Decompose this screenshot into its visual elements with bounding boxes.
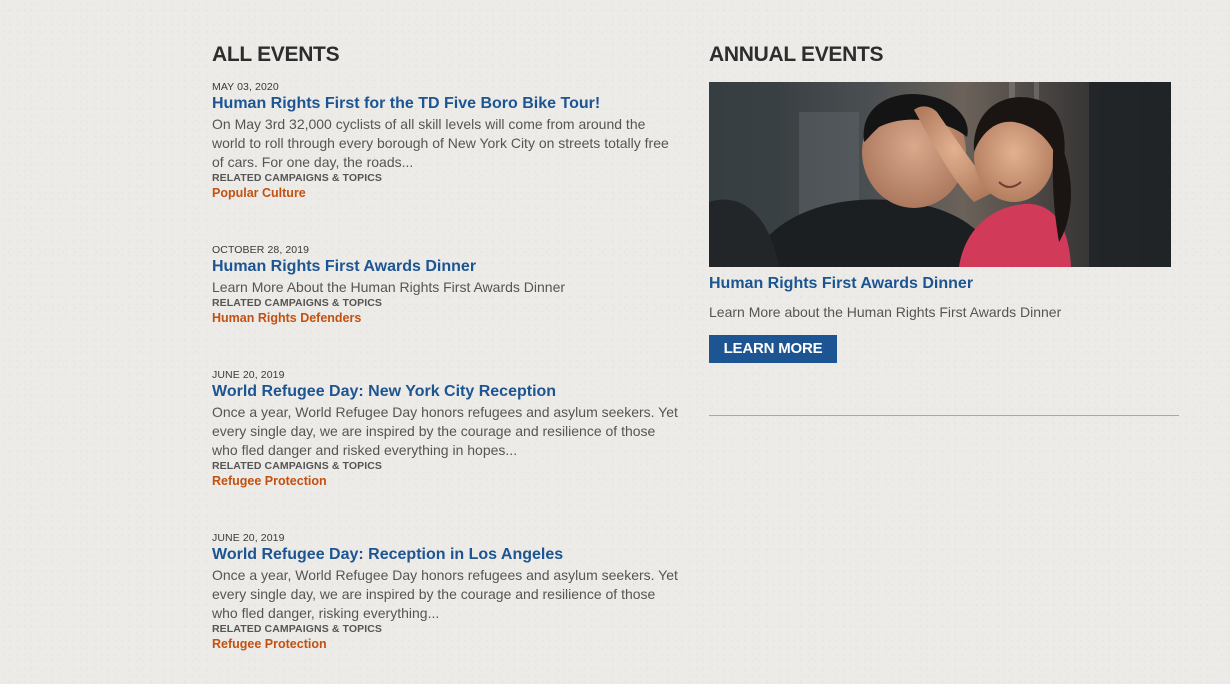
event-description: On May 3rd 32,000 cyclists of all skill … [212, 116, 669, 170]
photo-illustration [709, 82, 1171, 267]
section-divider [709, 415, 1179, 416]
event-item: JUNE 20, 2019 World Refugee Day: Recepti… [212, 532, 682, 652]
related-topic-link[interactable]: Refugee Protection [212, 474, 682, 489]
event-item: JUNE 20, 2019 World Refugee Day: New Yor… [212, 369, 682, 489]
related-topic-link[interactable]: Refugee Protection [212, 637, 682, 652]
event-item: OCTOBER 28, 2019 Human Rights First Awar… [212, 244, 682, 326]
all-events-heading: ALL EVENTS [212, 43, 340, 66]
related-topics-label: RELATED CAMPAIGNS & TOPICS [212, 172, 383, 184]
event-date: JUNE 20, 2019 [212, 369, 285, 381]
all-events-column: ALL EVENTS MAY 03, 2020 Human Rights Fir… [212, 42, 682, 651]
event-description: Learn More About the Human Rights First … [212, 279, 566, 295]
event-title-link[interactable]: Human Rights First for the TD Five Boro … [212, 94, 682, 114]
learn-more-button[interactable]: LEARN MORE [709, 335, 837, 363]
related-topics-label: RELATED CAMPAIGNS & TOPICS [212, 623, 383, 635]
related-topics-label: RELATED CAMPAIGNS & TOPICS [212, 460, 383, 472]
event-title-link[interactable]: World Refugee Day: Reception in Los Ange… [212, 545, 682, 565]
event-title-link[interactable]: Human Rights First Awards Dinner [212, 257, 682, 277]
annual-events-column: ANNUAL EVENTS Human Rights First Awards … [709, 42, 1179, 416]
event-date: JUNE 20, 2019 [212, 532, 285, 544]
related-topics-label: RELATED CAMPAIGNS & TOPICS [212, 297, 383, 309]
event-description: Once a year, World Refugee Day honors re… [212, 567, 678, 621]
event-item: MAY 03, 2020 Human Rights First for the … [212, 81, 682, 201]
event-date: OCTOBER 28, 2019 [212, 244, 310, 256]
related-topic-link[interactable]: Popular Culture [212, 186, 682, 201]
event-description: Once a year, World Refugee Day honors re… [212, 404, 678, 458]
event-date: MAY 03, 2020 [212, 81, 279, 93]
related-topic-link[interactable]: Human Rights Defenders [212, 311, 682, 326]
event-title-link[interactable]: World Refugee Day: New York City Recepti… [212, 382, 682, 402]
annual-event-photo[interactable] [709, 82, 1171, 267]
annual-event-title-link[interactable]: Human Rights First Awards Dinner [709, 274, 973, 294]
annual-events-heading: ANNUAL EVENTS [709, 43, 884, 66]
annual-event-description: Learn More about the Human Rights First … [709, 304, 1062, 320]
